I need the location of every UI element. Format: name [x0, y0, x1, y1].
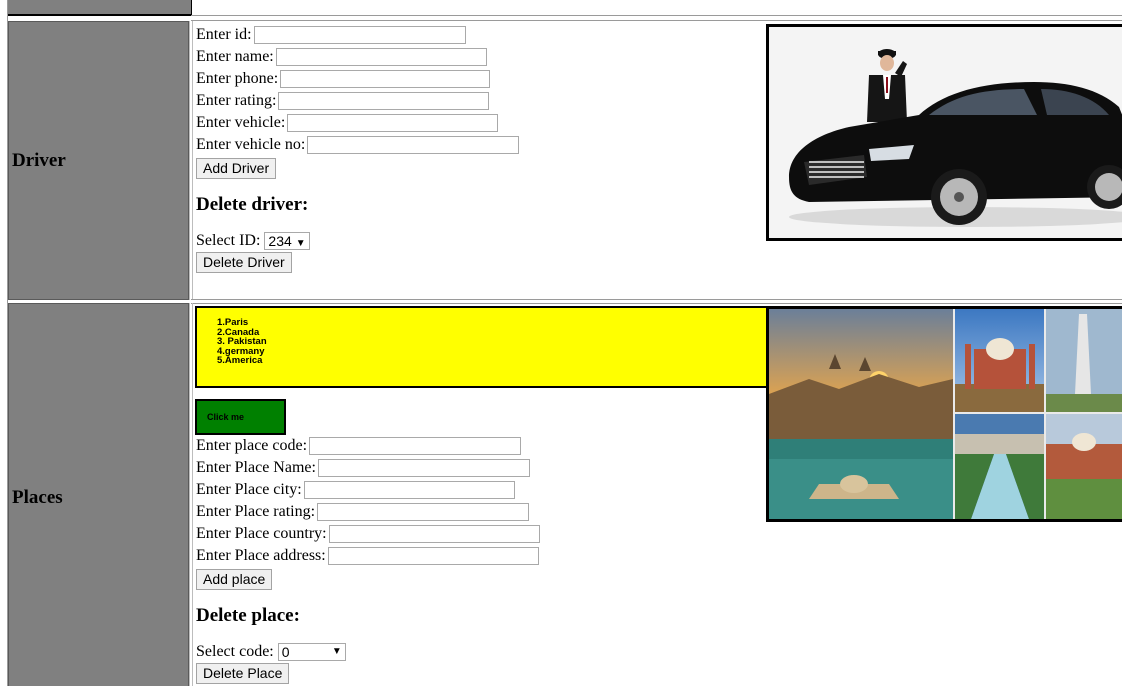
- driver-select-row: Select ID: 234 ▼: [196, 230, 519, 252]
- place-name-label: Enter Place Name:: [196, 459, 316, 476]
- header-row-border: [191, 15, 1122, 21]
- driver-vehicle-no-input[interactable]: [307, 136, 520, 155]
- delete-place-button[interactable]: Delete Place: [196, 663, 290, 684]
- place-name-row: Enter Place Name:: [196, 457, 540, 479]
- place-rating-row: Enter Place rating:: [196, 501, 540, 523]
- header-divider: [191, 0, 192, 16]
- place-address-row: Enter Place address:: [196, 545, 540, 567]
- delete-driver-row: Delete Driver: [196, 252, 519, 274]
- driver-label-cell: Driver: [8, 21, 189, 300]
- place-country-input[interactable]: [328, 525, 540, 544]
- driver-rating-row: Enter rating:: [196, 90, 519, 112]
- car-illustration: [769, 27, 1122, 238]
- chevron-down-icon: ▼: [331, 646, 342, 658]
- add-place-row: Add place: [196, 567, 540, 591]
- place-code-label: Enter place code:: [196, 437, 308, 454]
- driver-vehicle-no-row: Enter vehicle no:: [196, 134, 520, 156]
- chevron-down-icon: ▼: [295, 238, 306, 250]
- place-rating-input[interactable]: [317, 503, 530, 522]
- driver-cell-border: [189, 21, 193, 300]
- place-address-label: Enter Place address:: [196, 547, 326, 564]
- driver-name-row: Enter name:: [196, 46, 519, 68]
- driver-label: Driver: [12, 149, 66, 171]
- driver-id-select[interactable]: 234 ▼: [264, 232, 310, 251]
- places-list-box: 1.Paris 2.Canada 3. Pakistan 4.germany 5…: [195, 306, 775, 388]
- driver-name-label: Enter name:: [196, 48, 274, 65]
- places-collage-image: [766, 306, 1122, 522]
- place-city-label: Enter Place city:: [196, 481, 302, 498]
- place-country-label: Enter Place country:: [196, 525, 327, 542]
- add-place-button[interactable]: Add place: [196, 569, 273, 590]
- place-code-row: Enter place code:: [196, 435, 540, 457]
- driver-rating-input[interactable]: [278, 92, 490, 111]
- delete-place-row: Delete Place: [196, 663, 540, 685]
- place-code-select[interactable]: 0 ▼: [277, 643, 346, 662]
- click-me-button[interactable]: Click me: [195, 399, 286, 435]
- driver-vehicle-input[interactable]: [287, 114, 499, 133]
- delete-driver-button[interactable]: Delete Driver: [196, 252, 292, 273]
- places-list-item: 1.Paris: [217, 317, 249, 328]
- place-select-label: Select code:: [196, 643, 274, 660]
- place-name-input[interactable]: [317, 459, 530, 478]
- driver-id-input[interactable]: [253, 26, 466, 45]
- places-label: Places: [12, 487, 63, 508]
- place-country-row: Enter Place country:: [196, 523, 540, 545]
- places-form: Enter place code: Enter Place Name: Ente…: [196, 435, 540, 685]
- driver-rating-label: Enter rating:: [196, 92, 277, 109]
- add-driver-row: Add Driver: [196, 156, 519, 180]
- driver-id-label: Enter id:: [196, 26, 252, 43]
- collage-illustration: [769, 309, 1122, 519]
- driver-select-label: Select ID:: [196, 232, 261, 249]
- page: Driver Enter id: Enter name: Enter phone…: [0, 0, 1122, 686]
- driver-name-input[interactable]: [275, 48, 487, 67]
- add-driver-button[interactable]: Add Driver: [196, 158, 277, 179]
- delete-place-heading: Delete place:: [196, 605, 300, 626]
- driver-phone-input[interactable]: [280, 70, 491, 89]
- places-list-item: 3. Pakistan: [217, 336, 267, 347]
- driver-form: Enter id: Enter name: Enter phone: Enter…: [196, 24, 520, 274]
- place-city-row: Enter Place city:: [196, 479, 540, 501]
- places-list-item: 4.germany: [217, 345, 265, 357]
- places-list-item: 5.America: [217, 355, 263, 366]
- place-city-input[interactable]: [303, 481, 515, 500]
- delete-driver-heading: Delete driver:: [196, 194, 309, 215]
- driver-vehicle-label: Enter vehicle:: [196, 114, 286, 131]
- place-select-value: 0: [281, 644, 290, 661]
- place-select-row: Select code: 0 ▼: [196, 641, 540, 663]
- driver-id-row: Enter id:: [196, 24, 519, 46]
- places-label-cell: Places: [8, 303, 189, 686]
- driver-phone-row: Enter phone:: [196, 68, 519, 90]
- place-rating-label: Enter Place rating:: [196, 503, 316, 520]
- driver-phone-label: Enter phone:: [196, 70, 279, 87]
- place-address-input[interactable]: [327, 547, 539, 566]
- header-label-cell: [8, 0, 191, 16]
- row-divider: [191, 299, 1122, 304]
- driver-vehicle-no-label: Enter vehicle no:: [196, 136, 306, 153]
- car-image: [766, 24, 1122, 241]
- driver-vehicle-row: Enter vehicle:: [196, 112, 519, 134]
- place-code-input[interactable]: [309, 437, 522, 456]
- driver-select-value: 234: [268, 233, 292, 250]
- places-cell-border: [189, 303, 193, 686]
- places-list-item: 2.Canada: [217, 326, 260, 338]
